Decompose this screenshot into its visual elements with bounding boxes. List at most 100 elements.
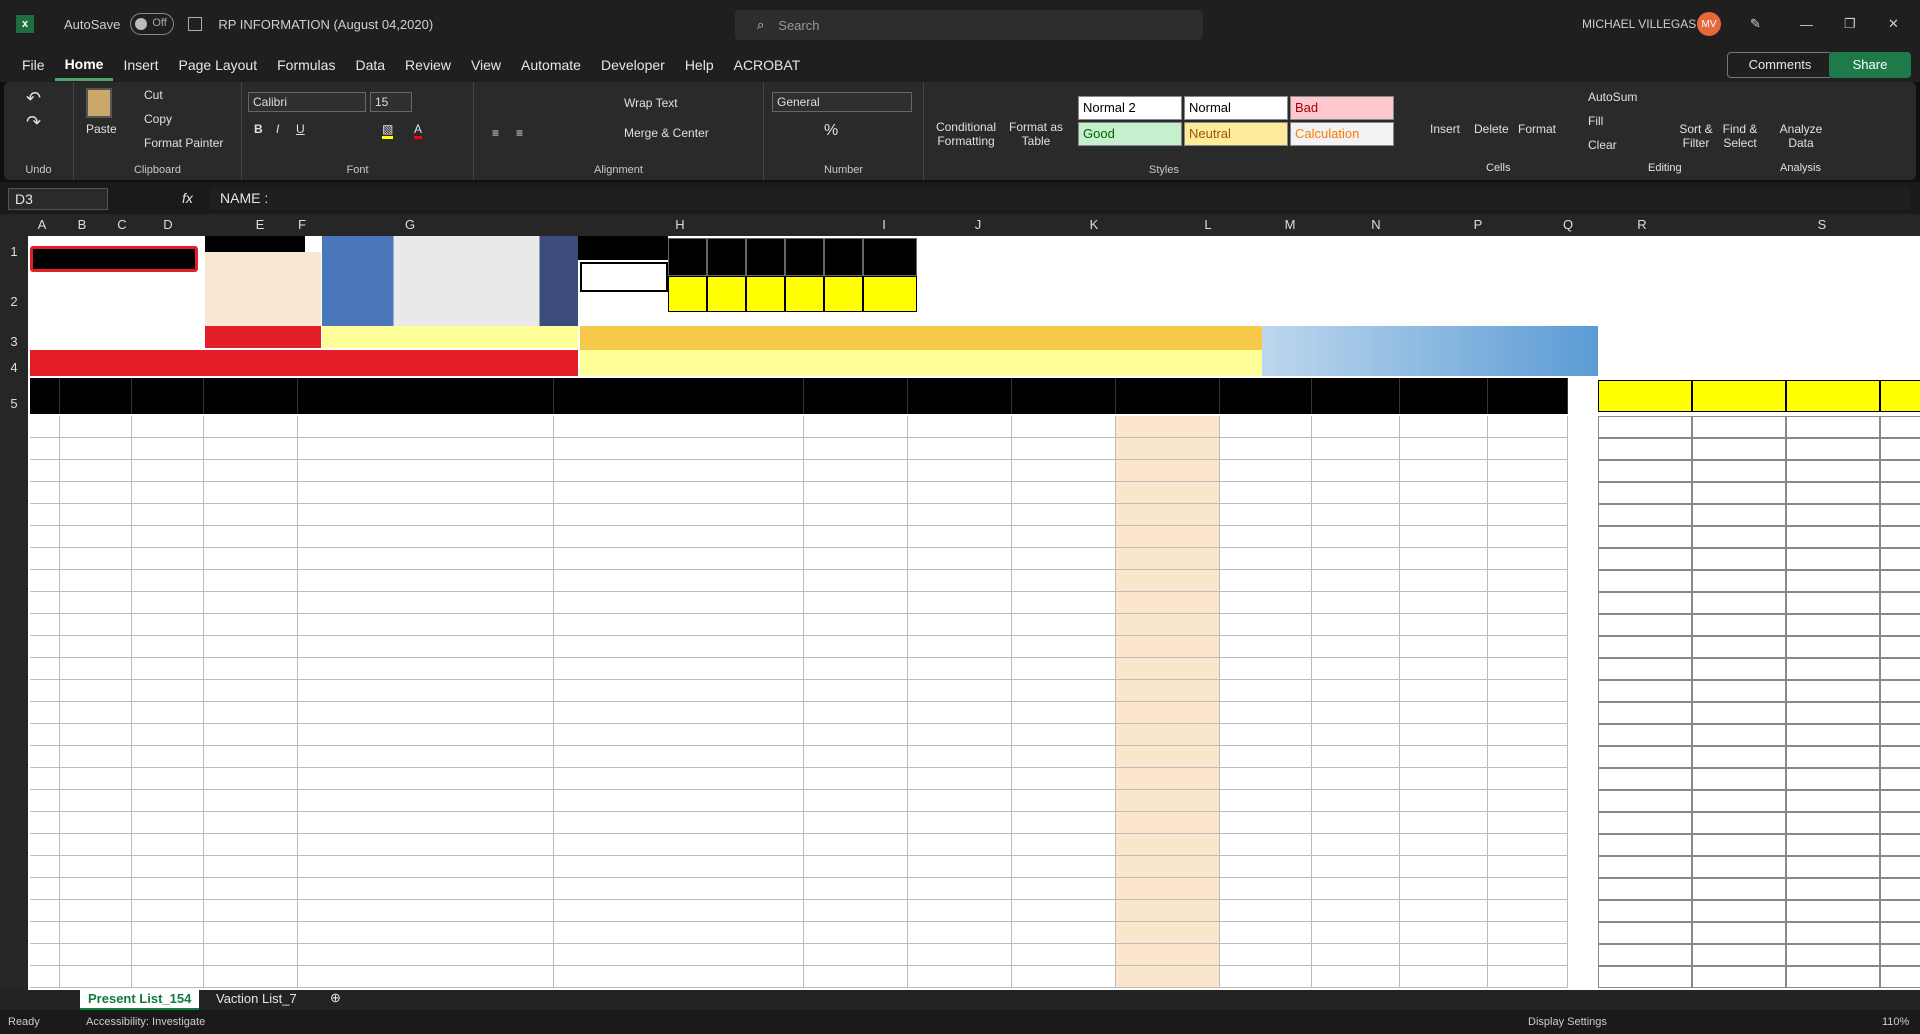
row-cell[interactable] [30, 438, 60, 460]
row-cell[interactable] [298, 548, 554, 570]
row-cell[interactable] [60, 614, 132, 636]
row-cell[interactable] [298, 416, 554, 438]
row-cell[interactable] [30, 658, 60, 680]
row-cell[interactable] [908, 438, 1012, 460]
row-cell[interactable] [1400, 812, 1488, 834]
row-cell[interactable] [908, 878, 1012, 900]
row-cell[interactable] [1488, 548, 1568, 570]
name-box[interactable]: D3 [8, 188, 108, 210]
column-header-l[interactable]: L [1194, 217, 1222, 232]
row-header-5[interactable]: 5 [4, 396, 24, 411]
visa-cell[interactable] [1598, 636, 1692, 658]
share-button[interactable]: Share [1829, 52, 1911, 78]
row-cell[interactable] [1312, 636, 1400, 658]
row-cell[interactable] [298, 790, 554, 812]
row-cell[interactable] [554, 460, 804, 482]
row-cell[interactable] [30, 570, 60, 592]
row-cell[interactable] [30, 856, 60, 878]
row-cell[interactable] [298, 812, 554, 834]
row-header-2[interactable]: 2 [4, 294, 24, 309]
row-cell[interactable] [298, 900, 554, 922]
row-cell[interactable] [1116, 636, 1220, 658]
visa-cell[interactable] [1786, 812, 1880, 834]
visa-cell[interactable] [1880, 834, 1920, 856]
search-box[interactable]: ⌕ Search [735, 10, 1203, 40]
visa-cell[interactable] [1786, 724, 1880, 746]
row-cell[interactable] [554, 724, 804, 746]
visa-cell[interactable] [1880, 636, 1920, 658]
visa-cell[interactable] [1786, 790, 1880, 812]
row-cell[interactable] [132, 812, 204, 834]
visa-cell[interactable] [1880, 526, 1920, 548]
visa-cell[interactable] [1880, 482, 1920, 504]
visa-cell[interactable] [1692, 482, 1786, 504]
row-cell[interactable] [1400, 438, 1488, 460]
row-cell[interactable] [30, 812, 60, 834]
row-cell[interactable] [132, 922, 204, 944]
visa-cell[interactable] [1692, 922, 1786, 944]
row-cell[interactable] [804, 570, 908, 592]
row-cell[interactable] [298, 570, 554, 592]
row-cell[interactable] [30, 614, 60, 636]
row-cell[interactable] [132, 482, 204, 504]
row-cell[interactable] [804, 614, 908, 636]
autosum-button[interactable]: AutoSum [1588, 90, 1637, 104]
tab-home[interactable]: Home [54, 50, 114, 81]
column-header-j[interactable]: J [964, 217, 992, 232]
row-cell[interactable] [204, 702, 298, 724]
row-cell[interactable] [60, 768, 132, 790]
row-cell[interactable] [908, 790, 1012, 812]
row-cell[interactable] [554, 790, 804, 812]
row-cell[interactable] [1116, 834, 1220, 856]
row-cell[interactable] [804, 834, 908, 856]
wrap-text-button[interactable]: Wrap Text [624, 96, 678, 110]
visa-cell[interactable] [1598, 856, 1692, 878]
column-header-f[interactable]: F [288, 217, 316, 232]
tab-data[interactable]: Data [345, 48, 395, 82]
row-cell[interactable] [1488, 922, 1568, 944]
autosave-toggle[interactable]: Off [130, 13, 175, 35]
row-cell[interactable] [804, 526, 908, 548]
row-cell[interactable] [1312, 900, 1400, 922]
row-cell[interactable] [1488, 504, 1568, 526]
row-cell[interactable] [132, 966, 204, 988]
row-cell[interactable] [554, 570, 804, 592]
row-cell[interactable] [204, 438, 298, 460]
comments-button[interactable]: Comments [1727, 52, 1833, 78]
visa-cell[interactable] [1880, 768, 1920, 790]
row-cell[interactable] [1488, 416, 1568, 438]
row-cell[interactable] [132, 790, 204, 812]
visa-cell[interactable] [1786, 944, 1880, 966]
row-cell[interactable] [60, 438, 132, 460]
row-cell[interactable] [204, 460, 298, 482]
row-cell[interactable] [1220, 658, 1312, 680]
row-cell[interactable] [804, 768, 908, 790]
visa-cell[interactable] [1598, 878, 1692, 900]
row-cell[interactable] [554, 856, 804, 878]
row-cell[interactable] [908, 636, 1012, 658]
row-cell[interactable] [60, 482, 132, 504]
row-cell[interactable] [60, 526, 132, 548]
visa-cell[interactable] [1880, 438, 1920, 460]
row-cell[interactable] [1220, 724, 1312, 746]
row-cell[interactable] [804, 548, 908, 570]
visa-cell[interactable] [1598, 702, 1692, 724]
row-cell[interactable] [1312, 878, 1400, 900]
fill-button[interactable]: Fill [1588, 114, 1603, 128]
row-cell[interactable] [298, 504, 554, 526]
paste-button[interactable]: Paste [86, 122, 117, 136]
visa-cell[interactable] [1598, 900, 1692, 922]
row-cell[interactable] [1220, 592, 1312, 614]
row-cell[interactable] [908, 614, 1012, 636]
row-cell[interactable] [1400, 504, 1488, 526]
row-cell[interactable] [204, 482, 298, 504]
fx-icon[interactable]: fx [182, 190, 193, 206]
row-cell[interactable] [30, 834, 60, 856]
row-cell[interactable] [132, 526, 204, 548]
row-cell[interactable] [1400, 768, 1488, 790]
row-cell[interactable] [204, 746, 298, 768]
row-cell[interactable] [132, 834, 204, 856]
row-cell[interactable] [1488, 900, 1568, 922]
row-cell[interactable] [554, 504, 804, 526]
row-cell[interactable] [554, 592, 804, 614]
